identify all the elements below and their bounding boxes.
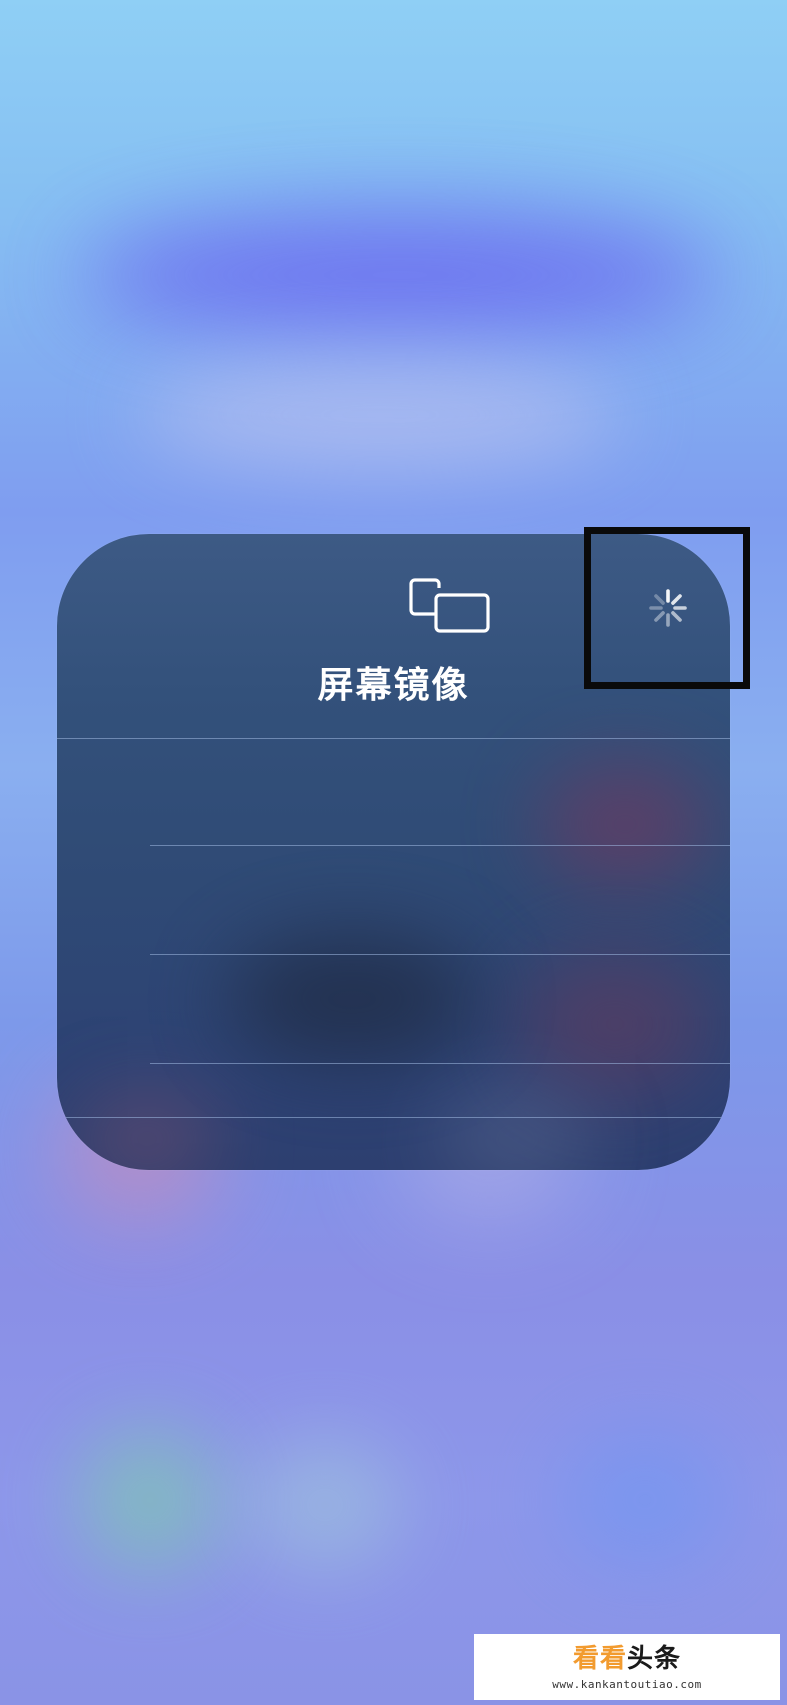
background-blur-light — [140, 360, 620, 470]
background-blur-teal — [250, 1440, 400, 1570]
watermark-brand-part1: 看看 — [572, 1644, 627, 1674]
device-row[interactable] — [57, 846, 730, 954]
watermark-url: www.kankantoutiao.com — [552, 1678, 702, 1691]
background-blur-blue — [560, 1430, 730, 1570]
background-blur-band — [80, 210, 720, 340]
background-blur-green — [80, 1430, 220, 1570]
device-row[interactable] — [57, 739, 730, 845]
watermark-brand: 看看头条 — [474, 1638, 780, 1675]
screen-mirroring-icon — [409, 578, 490, 633]
device-row[interactable] — [57, 955, 730, 1063]
watermark-brand-part2: 头条 — [627, 1644, 682, 1674]
device-row[interactable] — [57, 1064, 730, 1117]
annotation-highlight-box — [584, 527, 750, 689]
watermark: 看看头条 www.kankantoutiao.com — [474, 1634, 780, 1700]
footer-divider — [57, 1117, 730, 1118]
